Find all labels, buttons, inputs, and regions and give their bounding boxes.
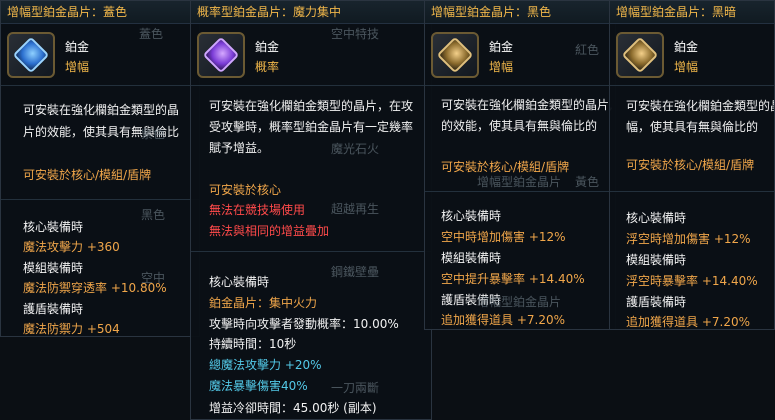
- shield-stat: 追加獲得道具 +7.20%: [626, 315, 750, 329]
- tooltip-dark-chip: 增幅型鉑金晶片：黑暗 鉑金 增幅 可安裝在強化欄鉑金類型的晶 幅，使其具有無與倫…: [609, 0, 775, 330]
- item-type: 增幅: [674, 60, 699, 74]
- module-stat: 空中提升暴擊率 +14.40%: [441, 272, 585, 286]
- item-name: 鉑金: [255, 40, 280, 54]
- bonus-magic-crit: 魔法暴擊傷害40%: [209, 379, 308, 393]
- item-icon: [7, 32, 55, 78]
- install-slots: 可安裝於核心/模組/盾牌: [23, 168, 152, 182]
- item-header: 鉑金 概率: [191, 24, 431, 82]
- bg-ghost-text: 紅色: [575, 43, 600, 57]
- bg-ghost-text: 空中: [141, 271, 166, 285]
- tooltip-title: 增幅型鉑金晶片：蓋色: [1, 1, 199, 24]
- shield-label: 護盾裝備時: [23, 302, 84, 316]
- desc-line-2: 幅，使其具有無與倫比的: [626, 120, 759, 134]
- cooldown: 增益冷卻時間：45.00秒 (副本): [209, 401, 377, 415]
- module-label: 模組裝備時: [23, 261, 84, 275]
- desc-line-2: 受攻擊時，概率型鉑金晶片有一定幾率: [209, 120, 414, 134]
- bg-ghost-text: 增幅型鉑金晶片: [477, 175, 562, 189]
- bg-ghost-text: 黃色: [575, 175, 600, 189]
- restriction-arena: 無法在競技場使用: [209, 203, 306, 217]
- item-name: 鉑金: [674, 40, 699, 54]
- shield-stat: 追加獲得道具 +7.20%: [441, 313, 565, 327]
- gold-chip-icon: [621, 36, 659, 74]
- desc-line-2: 的效能，使其具有無與倫比的: [441, 119, 598, 133]
- item-type: 概率: [255, 60, 280, 74]
- module-label: 模組裝備時: [626, 253, 687, 267]
- desc-line-3: 賦予增益。: [209, 141, 270, 155]
- module-stat: 浮空時暴擊率 +14.40%: [626, 274, 758, 288]
- tooltip-black-chip: 增幅型鉑金晶片：黑色 鉑金 增幅 可安裝在強化欄鉑金類型的晶片, 的效能，使其具…: [424, 0, 616, 330]
- item-icon: [616, 32, 664, 78]
- tooltip-title: 增幅型鉑金晶片：黑暗: [610, 1, 774, 24]
- blue-chip-icon: [12, 36, 50, 74]
- bg-ghost-text: 增幅型鉑金晶片: [477, 295, 562, 309]
- effect-duration: 持續時間：10秒: [209, 337, 297, 351]
- item-type: 增幅: [65, 60, 90, 74]
- bg-ghost-text: 紫色: [141, 127, 166, 141]
- bg-ghost-text: 黑色: [141, 208, 166, 222]
- bg-ghost-text: 魔光石火: [331, 142, 380, 156]
- item-icon: [431, 32, 479, 78]
- item-name: 鉑金: [65, 40, 90, 54]
- restriction-stack: 無法與相同的增益疊加: [209, 224, 330, 238]
- core-stat: 空中時增加傷害 +12%: [441, 230, 566, 244]
- bg-ghost-text: 鋼鐵壁壘: [331, 265, 380, 279]
- bg-ghost-text: 一刀兩斷: [331, 381, 380, 395]
- tooltip-title: 概率型鉑金晶片：魔力集中: [191, 1, 431, 24]
- item-name: 鉑金: [489, 40, 514, 54]
- tooltip-purple-chip: 概率型鉑金晶片：魔力集中 鉑金 概率 可安裝在強化欄鉑金類型的晶片，在攻 受攻擊…: [190, 0, 432, 420]
- item-icon: [197, 32, 245, 78]
- core-label: 核心裝備時: [23, 220, 84, 234]
- effect-rate: 攻擊時向攻擊者發動概率：10.00%: [209, 317, 399, 331]
- desc-line-1: 可安裝在強化欄鉑金類型的晶片，在攻: [209, 99, 414, 113]
- tooltip-blue-chip: 增幅型鉑金晶片：蓋色 鉑金 增幅 可安裝在強化欄鉑金類型的晶 片的效能，使其具有…: [0, 0, 200, 337]
- purple-chip-icon: [202, 36, 240, 74]
- item-header: 鉑金 增幅: [1, 24, 199, 82]
- install-slots: 可安裝於核心/模組/盾牌: [626, 158, 755, 172]
- effect-name: 鉑金晶片：集中火力: [209, 296, 318, 310]
- core-stat: 魔法攻擊力 +360: [23, 240, 120, 254]
- core-label: 核心裝備時: [441, 209, 502, 223]
- gold-chip-icon: [436, 36, 474, 74]
- core-label: 核心裝備時: [209, 275, 270, 289]
- desc-line-1: 可安裝在強化欄鉑金類型的晶片,: [441, 98, 613, 112]
- bg-ghost-text: 空中特技: [331, 27, 380, 41]
- tooltip-title: 增幅型鉑金晶片：黑色: [425, 1, 615, 24]
- core-label: 核心裝備時: [626, 211, 687, 225]
- bg-ghost-text: 超越再生: [331, 202, 380, 216]
- shield-stat: 魔法防禦力 +504: [23, 322, 120, 336]
- core-stat: 浮空時增加傷害 +12%: [626, 232, 751, 246]
- desc-line-1: 可安裝在強化欄鉑金類型的晶: [23, 103, 180, 117]
- item-type: 增幅: [489, 60, 514, 74]
- install-slots: 可安裝於核心: [209, 183, 282, 197]
- item-header: 鉑金 增幅: [610, 24, 774, 82]
- bg-ghost-text: 蓋色: [139, 27, 164, 41]
- desc-line-1: 可安裝在強化欄鉑金類型的晶: [626, 99, 775, 113]
- bonus-magic-attack: 總魔法攻擊力 +20%: [209, 358, 322, 372]
- module-label: 模組裝備時: [441, 251, 502, 265]
- shield-label: 護盾裝備時: [626, 295, 687, 309]
